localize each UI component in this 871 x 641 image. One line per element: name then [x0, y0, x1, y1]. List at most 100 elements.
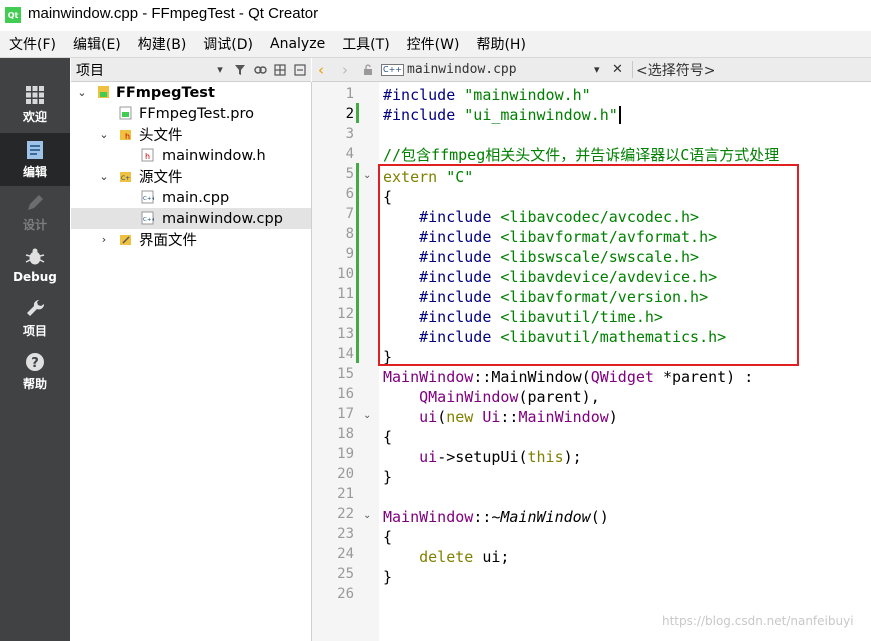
code-line-17: ui(new Ui::MainWindow) [419, 408, 618, 426]
tree-item-sources[interactable]: ⌄ C+ 源文件 [71, 166, 311, 187]
tree-item-main-cpp[interactable]: C++ main.cpp [71, 187, 311, 208]
chevron-down-icon[interactable]: ▾ [594, 58, 600, 81]
line-number: 5 [345, 166, 354, 182]
line-number: 18 [337, 426, 354, 442]
project-pane-header: 项目 ▾ [71, 58, 311, 82]
qt-logo-icon: Qt [5, 7, 21, 23]
project-view-selector[interactable]: 项目 [76, 60, 211, 80]
modified-line-marker [356, 103, 359, 123]
line-number: 7 [345, 206, 354, 222]
close-pane-icon[interactable] [291, 61, 309, 79]
code-line-18: { [383, 428, 393, 446]
line-number: 8 [345, 226, 354, 242]
mode-label: 设计 [22, 217, 47, 232]
menu-debug[interactable]: 调试(D) [194, 34, 261, 54]
svg-text:C+: C+ [121, 175, 130, 182]
cpp-file-icon: C++ [141, 190, 154, 204]
line-number: 24 [337, 546, 354, 562]
tree-item-mainwindow-cpp[interactable]: C++ mainwindow.cpp [71, 208, 311, 229]
forms-folder-icon [120, 235, 131, 245]
project-tree: ⌄ FFmpegTest FFmpegTest.pro ⌄ h 头文件 h ma… [71, 82, 312, 641]
mode-design[interactable]: 设计 [0, 186, 70, 239]
grid-icon [26, 85, 44, 104]
title-bar: Qt mainwindow.cpp - FFmpegTest - Qt Crea… [0, 0, 871, 31]
line-number: 14 [337, 346, 354, 362]
svg-text:C++: C++ [143, 196, 154, 202]
link-icon[interactable] [251, 61, 269, 79]
line-number: 1 [345, 86, 354, 102]
line-number: 15 [337, 366, 354, 382]
text-cursor [618, 106, 621, 124]
open-documents-combo[interactable]: mainwindow.cpp [407, 58, 517, 81]
menu-tools[interactable]: 工具(T) [333, 34, 397, 54]
line-number: 25 [337, 566, 354, 582]
mode-label: 项目 [22, 323, 47, 338]
tree-item-ffmpegtest[interactable]: ⌄ FFmpegTest [71, 82, 311, 103]
modified-line-marker [356, 163, 359, 363]
cpp-file-icon: C++ [381, 63, 404, 76]
line-number: 6 [345, 186, 354, 202]
line-number: 20 [337, 466, 354, 482]
line-number: 23 [337, 526, 354, 542]
back-arrow-icon[interactable]: ‹ [318, 58, 324, 81]
tree-item-pro-file[interactable]: FFmpegTest.pro [71, 103, 311, 124]
toolbar-divider [632, 61, 633, 78]
line-number: 9 [345, 246, 354, 262]
chevron-down-icon[interactable]: ⌄ [98, 128, 110, 141]
svg-text:C++: C++ [143, 217, 154, 223]
wrench-icon [27, 299, 45, 316]
watermark: https://blog.csdn.net/nanfeibuyi [662, 614, 854, 628]
line-number: 3 [345, 126, 354, 142]
mode-edit[interactable]: 编辑 [0, 133, 70, 186]
code-line-16: QMainWindow(parent), [419, 388, 600, 406]
code-line-22: MainWindow::~MainWindow() [383, 508, 609, 526]
code-line-4: //包含ffmpeg相关头文件，并告诉编译器以C语言方式处理 [383, 146, 780, 164]
tree-item-headers[interactable]: ⌄ h 头文件 [71, 124, 311, 145]
help-icon: ? [26, 352, 44, 371]
tree-item-mainwindow-h[interactable]: h mainwindow.h [71, 145, 311, 166]
code-line-20: } [383, 468, 393, 486]
filter-icon[interactable] [231, 61, 249, 79]
code-line-15: MainWindow::MainWindow(QWidget *parent) … [383, 368, 754, 386]
menu-window[interactable]: 控件(W) [398, 34, 468, 54]
menu-edit[interactable]: 编辑(E) [64, 34, 129, 54]
chevron-down-icon[interactable]: ⌄ [76, 86, 88, 99]
mode-help[interactable]: ? 帮助 [0, 345, 70, 398]
chevron-down-icon[interactable]: ⌄ [98, 170, 110, 183]
line-number: 11 [337, 286, 354, 302]
fold-marker-icon[interactable]: ⌄ [363, 510, 371, 521]
code-line-1: #include "mainwindow.h" [383, 86, 591, 104]
mode-debug[interactable]: Debug [0, 239, 70, 292]
mode-label: 帮助 [22, 376, 47, 391]
chevron-right-icon[interactable]: › [98, 233, 110, 246]
menu-file[interactable]: 文件(F) [0, 34, 64, 54]
highlight-box [378, 164, 799, 366]
close-document-icon[interactable]: ✕ [612, 58, 623, 81]
line-number: 12 [337, 306, 354, 322]
symbol-selector[interactable]: <选择符号> [636, 58, 715, 81]
cpp-file-icon: C++ [141, 211, 154, 225]
menu-help[interactable]: 帮助(H) [467, 34, 533, 54]
code-line-25: } [383, 568, 393, 586]
menu-analyze[interactable]: Analyze [261, 36, 333, 52]
project-icon [98, 86, 109, 98]
editor-toolbar: ‹ › C++ mainwindow.cpp ▾ ✕ <选择符号> [312, 58, 871, 82]
forward-arrow-icon[interactable]: › [342, 58, 348, 81]
tree-item-forms[interactable]: › 界面文件 [71, 229, 311, 250]
bug-icon [25, 248, 45, 265]
code-line-19: ui->setupUi(this); [419, 448, 582, 466]
mode-projects[interactable]: 项目 [0, 292, 70, 345]
fold-marker-icon[interactable]: ⌄ [363, 410, 371, 421]
mode-sidebar: 欢迎 编辑 设计 Debug 项目 ? 帮助 [0, 58, 70, 641]
fold-marker-icon[interactable]: ⌄ [363, 170, 371, 181]
chevron-down-icon[interactable]: ▾ [211, 61, 229, 79]
svg-text:h: h [125, 132, 130, 141]
line-number: 22 [337, 506, 354, 522]
line-number: 10 [337, 266, 354, 282]
menu-build[interactable]: 构建(B) [129, 34, 195, 54]
split-icon[interactable] [271, 61, 289, 79]
line-number: 13 [337, 326, 354, 342]
mode-label: 编辑 [22, 164, 47, 179]
window-title: mainwindow.cpp - FFmpegTest - Qt Creator [28, 5, 319, 22]
mode-welcome[interactable]: 欢迎 [0, 78, 70, 131]
